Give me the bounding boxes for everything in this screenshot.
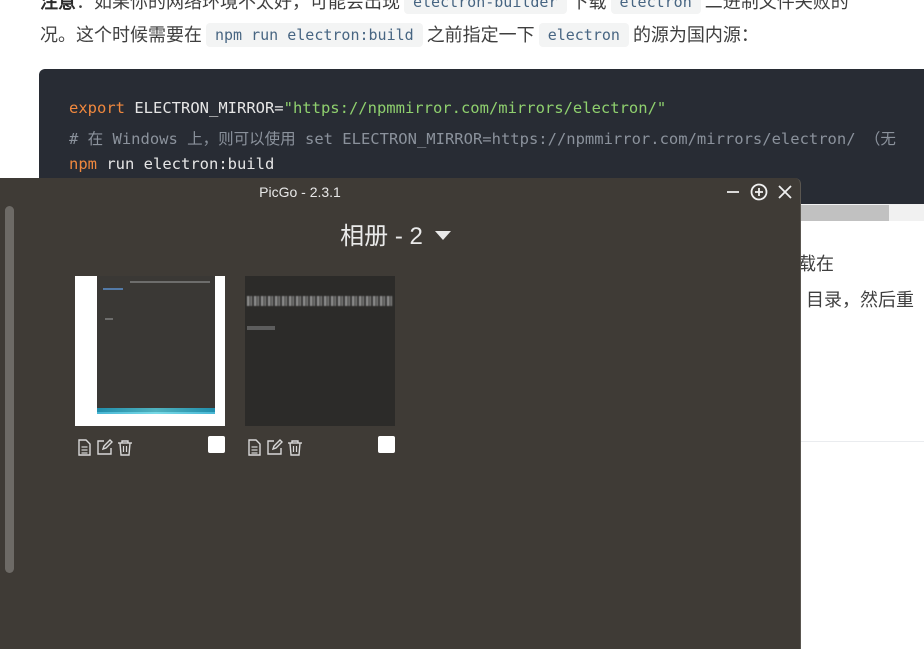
edit-button[interactable] (266, 438, 283, 456)
copy-link-button[interactable] (246, 438, 263, 456)
title-bar[interactable]: PicGo - 2.3.1 (0, 178, 800, 206)
close-button[interactable] (774, 181, 796, 203)
inline-code: electron-builder (404, 0, 567, 14)
document-icon (248, 438, 261, 456)
divider (800, 441, 924, 442)
window-title: PicGo - 2.3.1 (259, 184, 341, 200)
code-line: export ELECTRON_MIRROR="https://npmmirro… (69, 99, 667, 117)
article-paragraph-2: 况。这个时候需要在 npm run electron:build 之前指定一下 ele… (40, 23, 759, 47)
trash-icon (117, 439, 132, 456)
inline-code: electron (610, 0, 701, 14)
image-select-checkbox[interactable] (378, 436, 395, 453)
code-comment-line: # 在 Windows 上，则可以使用 set ELECTRON_MIRROR=… (69, 130, 896, 148)
album-title: 相册 - 2 (340, 223, 423, 250)
scrollbar-thumb[interactable] (800, 205, 889, 221)
album-header: 相册 - 2 (0, 216, 800, 251)
code-horizontal-scrollbar[interactable] (800, 204, 924, 221)
gallery-image[interactable] (245, 276, 395, 426)
album-dropdown[interactable]: 相册 - 2 (340, 216, 451, 251)
edit-icon (267, 438, 283, 455)
inline-code: npm run electron:build (206, 23, 423, 47)
inline-code: electron (538, 23, 629, 47)
close-icon (778, 185, 792, 199)
minimize-icon (727, 191, 739, 193)
delete-button[interactable] (286, 438, 303, 456)
thumbnail-content (97, 276, 215, 412)
document-icon (78, 438, 91, 456)
image-select-checkbox[interactable] (208, 436, 225, 453)
image-actions (76, 437, 133, 457)
article-text-fragment: 载在 (798, 254, 834, 274)
note-label: 注意 (40, 0, 76, 12)
article-paragraph-1: 注意：如果你的网络环境不太好，可能会出现 electron-builder 下载 el… (40, 0, 849, 14)
caret-down-icon (434, 230, 451, 240)
picgo-window: PicGo - 2.3.1 相册 - 2 (0, 178, 801, 649)
edit-icon (97, 438, 113, 455)
article-text-fragment: 目录，然后重 (806, 290, 914, 310)
image-actions (246, 437, 303, 457)
pin-icon (750, 183, 768, 201)
copy-link-button[interactable] (76, 438, 93, 456)
gallery-image[interactable] (75, 276, 225, 426)
thumbnail-content (247, 296, 393, 306)
code-line: npm run electron:build (69, 155, 275, 173)
delete-button[interactable] (116, 438, 133, 456)
sidebar-scrollbar[interactable] (5, 206, 14, 573)
minimize-button[interactable] (722, 181, 744, 203)
pin-button[interactable] (748, 181, 770, 203)
edit-button[interactable] (96, 438, 113, 456)
trash-icon (287, 439, 302, 456)
